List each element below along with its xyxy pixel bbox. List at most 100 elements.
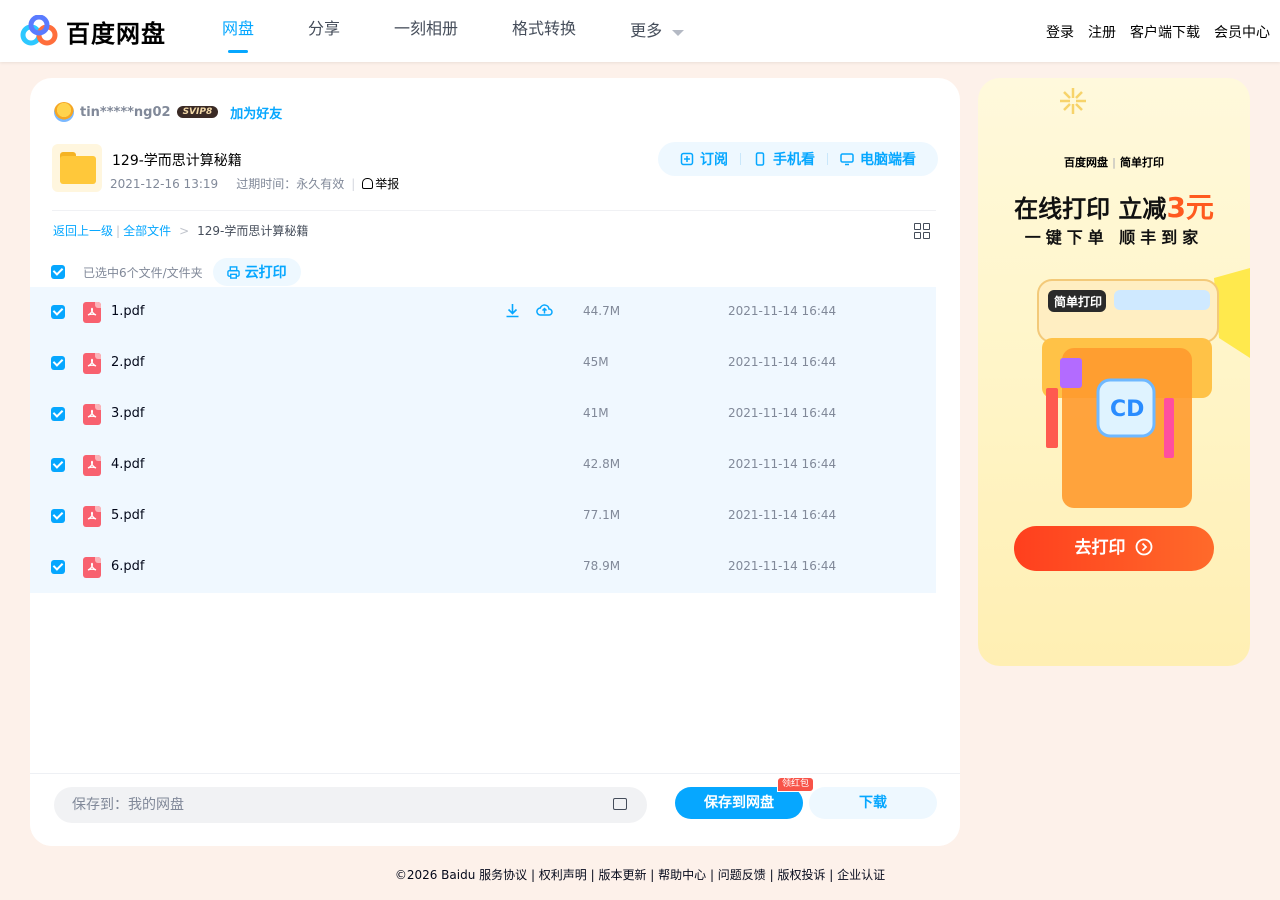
promo-logos: 百度网盘 | 简单打印: [1063, 156, 1165, 169]
cloud-print-button[interactable]: 云打印: [212, 258, 301, 286]
sparkle-icon: [1060, 88, 1086, 114]
selection-bar: 已选中6个文件/文件夹 云打印: [51, 256, 301, 288]
logo-icon: [20, 14, 58, 45]
baidu-netdisk-logo[interactable]: 百度网盘: [20, 14, 166, 49]
share-panel: tin*****ng02 SVIP8 加为好友 129-学而思计算秘籍 2021…: [30, 78, 960, 846]
go-print-button[interactable]: 去打印: [1014, 526, 1214, 571]
mobile-view-label: 手机看: [773, 152, 815, 168]
file-name[interactable]: 1.pdf: [111, 304, 144, 319]
register-link[interactable]: 注册: [1088, 22, 1116, 42]
file-time: 2021-11-14 16:44: [728, 508, 837, 522]
sharer-info: tin*****ng02 SVIP8 加为好友: [54, 102, 282, 122]
select-all-checkbox[interactable]: [51, 265, 65, 279]
file-checkbox[interactable]: [51, 458, 65, 472]
go-print-label: 去打印: [1074, 538, 1126, 558]
report-button[interactable]: 举报: [362, 175, 399, 192]
pdf-icon: [83, 506, 101, 527]
pdf-icon: [83, 557, 101, 578]
phone-icon: [755, 152, 765, 166]
cloud-print-label: 云打印: [244, 265, 287, 281]
file-row[interactable]: 2.pdf 45M 2021-11-14 16:44: [30, 338, 936, 389]
file-name[interactable]: 3.pdf: [111, 406, 144, 421]
nav-more-label: 更多: [630, 21, 663, 40]
pdf-glyph: [87, 409, 97, 418]
subscribe-button[interactable]: 订阅: [668, 149, 740, 169]
file-size: 45M: [583, 355, 609, 369]
file-checkbox[interactable]: [51, 356, 65, 370]
pdf-icon: [83, 353, 101, 374]
chevron-down-icon: [672, 30, 685, 36]
file-checkbox[interactable]: [51, 509, 65, 523]
selection-count: 已选中6个文件/文件夹: [83, 265, 203, 280]
nav-format-convert[interactable]: 格式转换: [512, 0, 576, 62]
alarm-icon: [362, 178, 374, 189]
file-time: 2021-11-14 16:44: [728, 355, 837, 369]
file-checkbox[interactable]: [51, 305, 65, 319]
promo-headline-prefix: 在线打印 立减: [1014, 195, 1167, 223]
download-button[interactable]: 下载: [809, 787, 937, 819]
nav-album[interactable]: 一刻相册: [394, 0, 458, 62]
file-time: 2021-11-14 16:44: [728, 457, 837, 471]
file-name[interactable]: 6.pdf: [111, 559, 144, 574]
pdf-icon: [83, 302, 101, 323]
file-checkbox[interactable]: [51, 407, 65, 421]
file-row[interactable]: 3.pdf 41M 2021-11-14 16:44: [30, 389, 936, 440]
promo-headline: 在线打印 立减3元: [978, 186, 1250, 226]
share-meta: 2021-12-16 13:19 | 过期时间：永久有效 | 举报: [110, 175, 400, 192]
pdf-glyph: [87, 307, 97, 316]
nav-more[interactable]: 更多: [630, 0, 685, 62]
share-date: 2021-12-16 13:19: [110, 176, 219, 191]
save-to-cloud-icon[interactable]: [536, 302, 553, 319]
user-links: 登录 注册 客户端下载 会员中心: [1032, 22, 1270, 42]
vip-center-link[interactable]: 会员中心: [1214, 22, 1270, 42]
svg-text:CD: CD: [1110, 397, 1144, 422]
printer-icon: [226, 265, 240, 279]
vip-badge: SVIP8: [176, 106, 219, 118]
avatar[interactable]: [54, 102, 74, 122]
share-actions: 订阅 手机看 电脑端看: [658, 142, 938, 176]
red-packet-badge: 领红包: [777, 777, 815, 792]
divider: [52, 210, 936, 211]
file-time: 2021-11-14 16:44: [728, 559, 837, 573]
row-actions: [504, 302, 568, 319]
client-download-link[interactable]: 客户端下载: [1130, 22, 1200, 42]
promo-headline-highlight: 3元: [1166, 191, 1214, 224]
file-size: 44.7M: [583, 304, 621, 318]
file-size: 78.9M: [583, 559, 621, 573]
pdf-icon: [83, 455, 101, 476]
subscribe-icon: [680, 152, 694, 166]
pdf-glyph: [87, 358, 97, 367]
file-name[interactable]: 4.pdf: [111, 457, 144, 472]
breadcrumb-back[interactable]: 返回上一级: [53, 222, 113, 239]
pc-view-label: 电脑端看: [860, 152, 916, 168]
nav-share[interactable]: 分享: [308, 0, 340, 62]
nav-netdisk[interactable]: 网盘: [222, 0, 254, 62]
file-checkbox[interactable]: [51, 560, 65, 574]
breadcrumb-all-files[interactable]: 全部文件: [123, 222, 171, 239]
file-time: 2021-11-14 16:44: [728, 406, 837, 420]
monitor-icon: [840, 153, 854, 166]
pdf-icon: [83, 404, 101, 425]
download-icon[interactable]: [504, 302, 521, 319]
file-row[interactable]: 1.pdf 44.7M 2021-11-14 16:44: [30, 287, 936, 338]
pdf-glyph: [87, 562, 97, 571]
file-name[interactable]: 5.pdf: [111, 508, 144, 523]
copyright-footer: ©2026 Baidu 服务协议 | 权利声明 | 版本更新 | 帮助中心 | …: [394, 868, 886, 882]
grid-view-icon[interactable]: [914, 223, 930, 239]
pc-view-button[interactable]: 电脑端看: [828, 149, 928, 169]
file-row[interactable]: 4.pdf 42.8M 2021-11-14 16:44: [30, 440, 936, 491]
save-location-field[interactable]: 保存到：我的网盘: [54, 787, 647, 823]
pdf-glyph: [87, 511, 97, 520]
print-promo-banner[interactable]: 百度网盘 | 简单打印 在线打印 立减3元 一键下单 顺丰到家 简单打印 CD 去打…: [978, 78, 1250, 666]
sharer-name: tin*****ng02: [80, 104, 171, 120]
file-size: 77.1M: [583, 508, 621, 522]
file-row[interactable]: 5.pdf 77.1M 2021-11-14 16:44: [30, 491, 936, 542]
file-time: 2021-11-14 16:44: [728, 304, 837, 318]
add-friend-button[interactable]: 加为好友: [230, 103, 282, 122]
promo-subline: 一键下单 顺丰到家: [1024, 228, 1204, 247]
mobile-view-button[interactable]: 手机看: [741, 149, 827, 169]
file-row[interactable]: 6.pdf 78.9M 2021-11-14 16:44: [30, 542, 936, 593]
login-link[interactable]: 登录: [1046, 22, 1074, 42]
folder-icon: [52, 144, 102, 192]
file-name[interactable]: 2.pdf: [111, 355, 144, 370]
